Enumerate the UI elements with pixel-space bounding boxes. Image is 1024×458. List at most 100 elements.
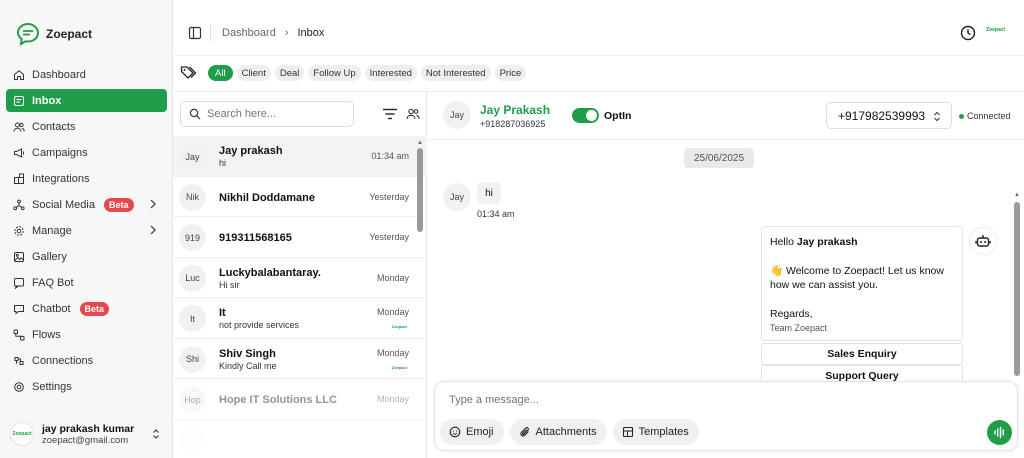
- contact-name: Nikhil Doddamane: [219, 191, 315, 204]
- sidebar-item-flows[interactable]: Flows: [6, 323, 167, 346]
- template-icon: [622, 426, 633, 438]
- last-message: Kindly Call me: [219, 360, 277, 371]
- sidebar-item-chatbot[interactable]: Chatbot Beta: [6, 297, 167, 320]
- scroll-up-arrow-icon[interactable]: ▲: [1014, 192, 1020, 198]
- sidebar-item-connections[interactable]: Connections: [6, 349, 167, 372]
- robot-icon: [975, 235, 991, 247]
- sidebar-item-label: Integrations: [32, 172, 90, 185]
- avatar: Jay: [443, 183, 471, 211]
- avatar: It: [179, 305, 206, 332]
- attachments-button[interactable]: Attachments: [509, 419, 607, 445]
- chevron-right-icon: [150, 199, 156, 209]
- sidebar-item-gallery[interactable]: Gallery: [6, 245, 167, 268]
- contact-phone: +918287036925: [480, 119, 546, 129]
- status-text: Connected: [967, 111, 1011, 121]
- tag-not-interested[interactable]: Not Interested: [420, 65, 491, 81]
- assign-users-icon[interactable]: [406, 107, 420, 121]
- sidebar-item-label: Flows: [32, 328, 61, 341]
- filter-icon[interactable]: [382, 107, 398, 121]
- list-item[interactable]: 919 919311568165 Yesterday: [173, 217, 427, 258]
- date-divider: 25/06/2025: [684, 148, 754, 168]
- chevron-up-down-icon[interactable]: [151, 428, 161, 440]
- avatar: Luc: [179, 264, 206, 292]
- sidebar-toggle-icon[interactable]: [188, 26, 202, 40]
- list-item[interactable]: Hop Hope IT Solutions LLC Monday: [173, 379, 427, 420]
- selected-number: +917982539993: [838, 108, 926, 123]
- avatar: Nik: [179, 183, 206, 211]
- tag-deal[interactable]: Deal: [274, 65, 305, 81]
- last-message: not provide services: [219, 320, 300, 330]
- voice-record-button[interactable]: [987, 420, 1012, 445]
- emoji-button[interactable]: Emoji: [440, 419, 504, 445]
- sidebar-item-label: Settings: [32, 380, 72, 393]
- list-item[interactable]: [173, 420, 427, 458]
- gear-icon: [14, 225, 24, 236]
- sidebar-item-label: FAQ Bot: [32, 276, 74, 289]
- brand-name: Zoepact: [46, 27, 93, 41]
- breadcrumb: Dashboard › Inbox: [222, 27, 324, 39]
- list-scrollbar[interactable]: [417, 148, 423, 232]
- signature-text: Team Zoepact: [770, 323, 828, 333]
- message-input[interactable]: [449, 394, 949, 406]
- message-time: Monday: [376, 272, 409, 283]
- avatar: Shi: [179, 345, 206, 373]
- tag-interested[interactable]: Interested: [364, 65, 417, 81]
- search-box: [180, 101, 354, 127]
- tag-follow-up[interactable]: Follow Up: [308, 65, 361, 81]
- list-item[interactable]: Nik Nikhil Doddamane Yesterday: [173, 177, 427, 217]
- clock-icon[interactable]: [960, 25, 976, 41]
- sidebar-nav: Dashboard Inbox Contacts Campaigns Integ…: [6, 63, 167, 401]
- flow-icon: [13, 329, 25, 340]
- user-email: zoepact@gmail.com: [42, 434, 129, 446]
- number-select[interactable]: +917982539993: [826, 102, 952, 129]
- incoming-time: 01:34 am: [477, 209, 515, 219]
- puzzle-icon: [14, 173, 24, 184]
- list-item[interactable]: It It not provide services Monday Zoepac…: [173, 298, 427, 339]
- search-input[interactable]: [207, 108, 347, 120]
- logo-icon: [16, 22, 40, 46]
- message-time: 01:34 am: [371, 151, 409, 161]
- sidebar-item-faq-bot[interactable]: FAQ Bot: [6, 271, 167, 294]
- settings-icon: [14, 381, 24, 392]
- templates-button[interactable]: Templates: [612, 419, 699, 445]
- chevron-up-down-icon: [934, 111, 940, 122]
- avatar: Jay: [179, 143, 206, 170]
- message-time: Yesterday: [369, 232, 409, 242]
- sidebar-item-dashboard[interactable]: Dashboard: [6, 63, 167, 86]
- tag-client[interactable]: Client: [236, 65, 271, 81]
- sidebar-item-label: Contacts: [32, 120, 76, 133]
- outgoing-message: Hello Jay prakash 👋 Welcome to Zoepact! …: [761, 226, 963, 341]
- sidebar-item-campaigns[interactable]: Campaigns: [6, 141, 167, 164]
- user-name: jay prakash kumar: [42, 422, 135, 435]
- avatar: Hop: [179, 386, 206, 413]
- tag-price[interactable]: Price: [494, 65, 527, 81]
- sidebar-item-social-media[interactable]: Social Media Beta: [6, 193, 167, 216]
- optin-toggle[interactable]: [572, 108, 599, 123]
- sidebar-item-manage[interactable]: Manage: [6, 219, 167, 242]
- contact-name: Jay Prakash: [480, 103, 551, 117]
- sidebar-item-contacts[interactable]: Contacts: [6, 115, 167, 138]
- user-profile[interactable]: Zoepact jay prakash kumar zoepact@gmail.…: [10, 418, 165, 450]
- sidebar-item-settings[interactable]: Settings: [6, 375, 167, 398]
- share-icon: [13, 199, 25, 210]
- chat-header: Jay Jay Prakash +918287036925 OptIn +917…: [428, 92, 1024, 140]
- templates-label: Templates: [638, 426, 689, 438]
- brand-logo[interactable]: Zoepact: [16, 22, 92, 46]
- sidebar-item-inbox[interactable]: Inbox: [6, 89, 167, 112]
- tag-all[interactable]: All: [208, 65, 233, 81]
- top-header: Dashboard › Inbox Zoepact: [174, 10, 1024, 56]
- chat-panel: Jay Jay Prakash +918287036925 OptIn +917…: [428, 91, 1024, 458]
- list-item[interactable]: Shi Shiv Singh Kindly Call me Monday Zoe…: [173, 339, 427, 379]
- list-item[interactable]: Luc Luckybalabantaray. Hi sir Monday: [173, 258, 427, 298]
- chat-scrollbar[interactable]: [1014, 202, 1020, 376]
- sidebar-item-integrations[interactable]: Integrations: [6, 167, 167, 190]
- sidebar-item-label: Dashboard: [32, 68, 86, 81]
- breadcrumb-dashboard[interactable]: Dashboard: [222, 27, 276, 39]
- smile-icon: [449, 426, 461, 438]
- emoji-label: Emoji: [466, 426, 494, 438]
- list-item[interactable]: Jay Jay prakash hi 01:34 am: [173, 136, 427, 177]
- scroll-up-arrow-icon[interactable]: ▲: [417, 140, 423, 146]
- sidebar-item-label: Connections: [32, 354, 94, 367]
- quick-reply-button[interactable]: Sales Enquiry: [761, 343, 963, 365]
